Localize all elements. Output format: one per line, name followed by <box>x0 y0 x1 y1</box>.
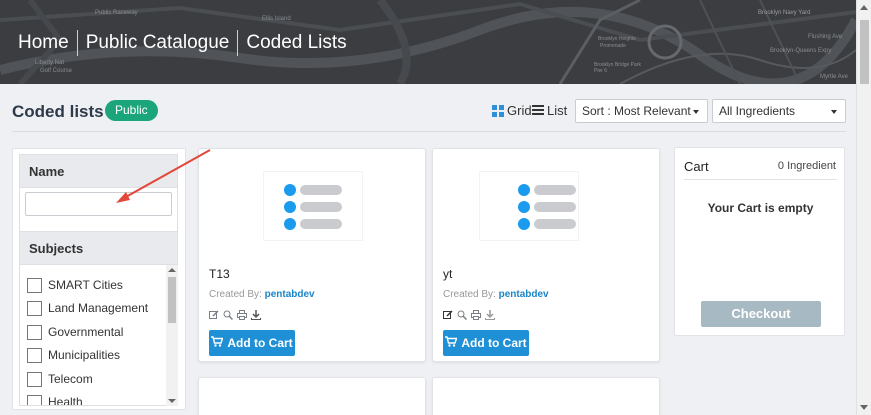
sort-select[interactable]: Sort : Most Relevant <box>575 99 708 123</box>
checkbox[interactable] <box>27 277 42 293</box>
scrollbar-thumb[interactable] <box>168 277 176 323</box>
breadcrumb-public-catalogue[interactable]: Public Catalogue <box>86 32 230 54</box>
scroll-down-arrow-icon[interactable] <box>168 399 176 403</box>
subjects-scrollbar[interactable] <box>166 265 178 406</box>
list-thumbnail-icon <box>479 171 579 241</box>
chevron-down-icon <box>693 110 699 114</box>
cart-title: Cart <box>684 159 709 174</box>
download-icon[interactable] <box>485 307 495 320</box>
print-icon[interactable] <box>237 307 247 320</box>
subject-label: Municipalities <box>48 348 121 362</box>
add-to-cart-label: Add to Cart <box>227 336 293 350</box>
cart-panel: Cart 0 Ingredient Your Cart is empty Che… <box>674 147 845 336</box>
grid-view-toggle[interactable]: Grid <box>492 103 532 118</box>
checkbox[interactable] <box>27 347 42 363</box>
checkout-button[interactable]: Checkout <box>701 301 821 327</box>
edit-icon[interactable] <box>209 307 219 319</box>
map-label: Brooklyn Bridge Park Pier 6 <box>594 62 641 74</box>
add-to-cart-button[interactable]: Add to Cart <box>443 330 529 356</box>
breadcrumb-separator <box>237 30 239 56</box>
cart-icon <box>211 336 224 350</box>
toolbar-divider <box>12 131 846 132</box>
map-label: Brooklyn Heights <box>598 36 636 42</box>
created-by-label: Created By: <box>209 289 262 300</box>
print-icon[interactable] <box>471 307 481 320</box>
name-filter-input[interactable] <box>25 192 172 216</box>
subject-option[interactable]: Telecom <box>27 371 93 387</box>
map-label: Promenade <box>600 43 626 49</box>
map-label: Brooklyn Navy Yard <box>758 10 811 16</box>
subject-label: Governmental <box>48 325 124 339</box>
card-actions <box>443 307 495 321</box>
map-label: Liberty Nat <box>35 60 65 66</box>
map-label: Public Raceway <box>95 10 138 16</box>
card-created-by: Created By: pentabdev <box>209 289 315 300</box>
map-label: Myrtle Ave <box>820 74 848 80</box>
card-title[interactable]: T13 <box>209 267 230 281</box>
coded-list-card <box>198 377 426 415</box>
name-filter-heading: Name <box>19 154 178 188</box>
coded-list-card <box>432 377 660 415</box>
search-icon[interactable] <box>223 307 234 321</box>
scroll-up-arrow-icon[interactable] <box>860 5 868 10</box>
subjects-filter-heading: Subjects <box>19 231 178 265</box>
list-icon <box>532 105 544 116</box>
list-view-label: List <box>547 103 568 118</box>
breadcrumb-separator <box>76 30 78 56</box>
coded-list-card: T13 Created By: pentabdev Add to Cart <box>198 148 426 362</box>
subject-label: Health <box>48 395 83 406</box>
ingredients-select-value: All Ingredients <box>719 104 796 118</box>
scrollbar-thumb[interactable] <box>860 20 869 84</box>
add-to-cart-button[interactable]: Add to Cart <box>209 330 295 356</box>
sort-select-value: Sort : Most Relevant <box>582 104 691 118</box>
search-icon[interactable] <box>457 307 468 321</box>
card-author-link[interactable]: pentabdev <box>265 289 315 300</box>
scroll-down-arrow-icon[interactable] <box>860 405 868 410</box>
checkbox[interactable] <box>27 300 42 316</box>
grid-view-label: Grid <box>507 103 532 118</box>
edit-icon[interactable] <box>443 307 453 319</box>
subject-option[interactable]: Municipalities <box>27 347 120 363</box>
subject-label: Land Management <box>48 301 149 315</box>
download-icon[interactable] <box>251 307 261 320</box>
public-badge: Public <box>105 100 158 121</box>
breadcrumb-coded-lists: Coded Lists <box>246 32 347 53</box>
checkbox[interactable] <box>27 371 42 387</box>
breadcrumb-home[interactable]: Home <box>18 32 69 54</box>
subject-option[interactable]: Health <box>27 394 83 406</box>
subject-label: Telecom <box>48 372 93 386</box>
map-label: Flushing Ave <box>808 34 843 40</box>
map-label: Ellis Island <box>262 16 291 22</box>
cart-count: 0 Ingredient <box>777 160 836 172</box>
subject-option[interactable]: Governmental <box>27 324 123 340</box>
map-label: Brooklyn-Queens Expy <box>770 48 832 54</box>
checkbox[interactable] <box>27 394 42 405</box>
card-created-by: Created By: pentabdev <box>443 289 549 300</box>
card-title[interactable]: yt <box>443 267 452 281</box>
cart-icon <box>445 336 458 350</box>
subjects-list: SMART Cities Land Management Governmenta… <box>19 265 178 406</box>
card-author-link[interactable]: pentabdev <box>499 289 549 300</box>
ingredients-select[interactable]: All Ingredients <box>712 99 846 123</box>
coded-list-card: yt Created By: pentabdev Add to Cart <box>432 148 660 362</box>
grid-icon <box>492 104 504 117</box>
list-view-toggle[interactable]: List <box>532 103 567 118</box>
cart-empty-message: Your Cart is empty <box>707 201 814 215</box>
breadcrumb: Home Public Catalogue Coded Lists <box>18 30 347 56</box>
subject-option[interactable]: Land Management <box>27 300 148 316</box>
add-to-cart-label: Add to Cart <box>461 336 527 350</box>
list-thumbnail-icon <box>263 171 363 241</box>
header-banner: Public Raceway Ellis Island Liberty Nat … <box>0 0 856 84</box>
cart-divider <box>684 179 837 180</box>
chevron-down-icon <box>831 110 837 114</box>
scroll-up-arrow-icon[interactable] <box>168 268 176 272</box>
card-actions <box>209 307 261 321</box>
page-title: Coded lists <box>12 102 104 121</box>
subject-label: SMART Cities <box>48 278 123 292</box>
page-scrollbar[interactable] <box>856 0 871 415</box>
checkbox[interactable] <box>27 324 42 340</box>
created-by-label: Created By: <box>443 289 496 300</box>
subject-option[interactable]: SMART Cities <box>27 277 123 293</box>
map-label: Golf Course <box>40 68 73 74</box>
